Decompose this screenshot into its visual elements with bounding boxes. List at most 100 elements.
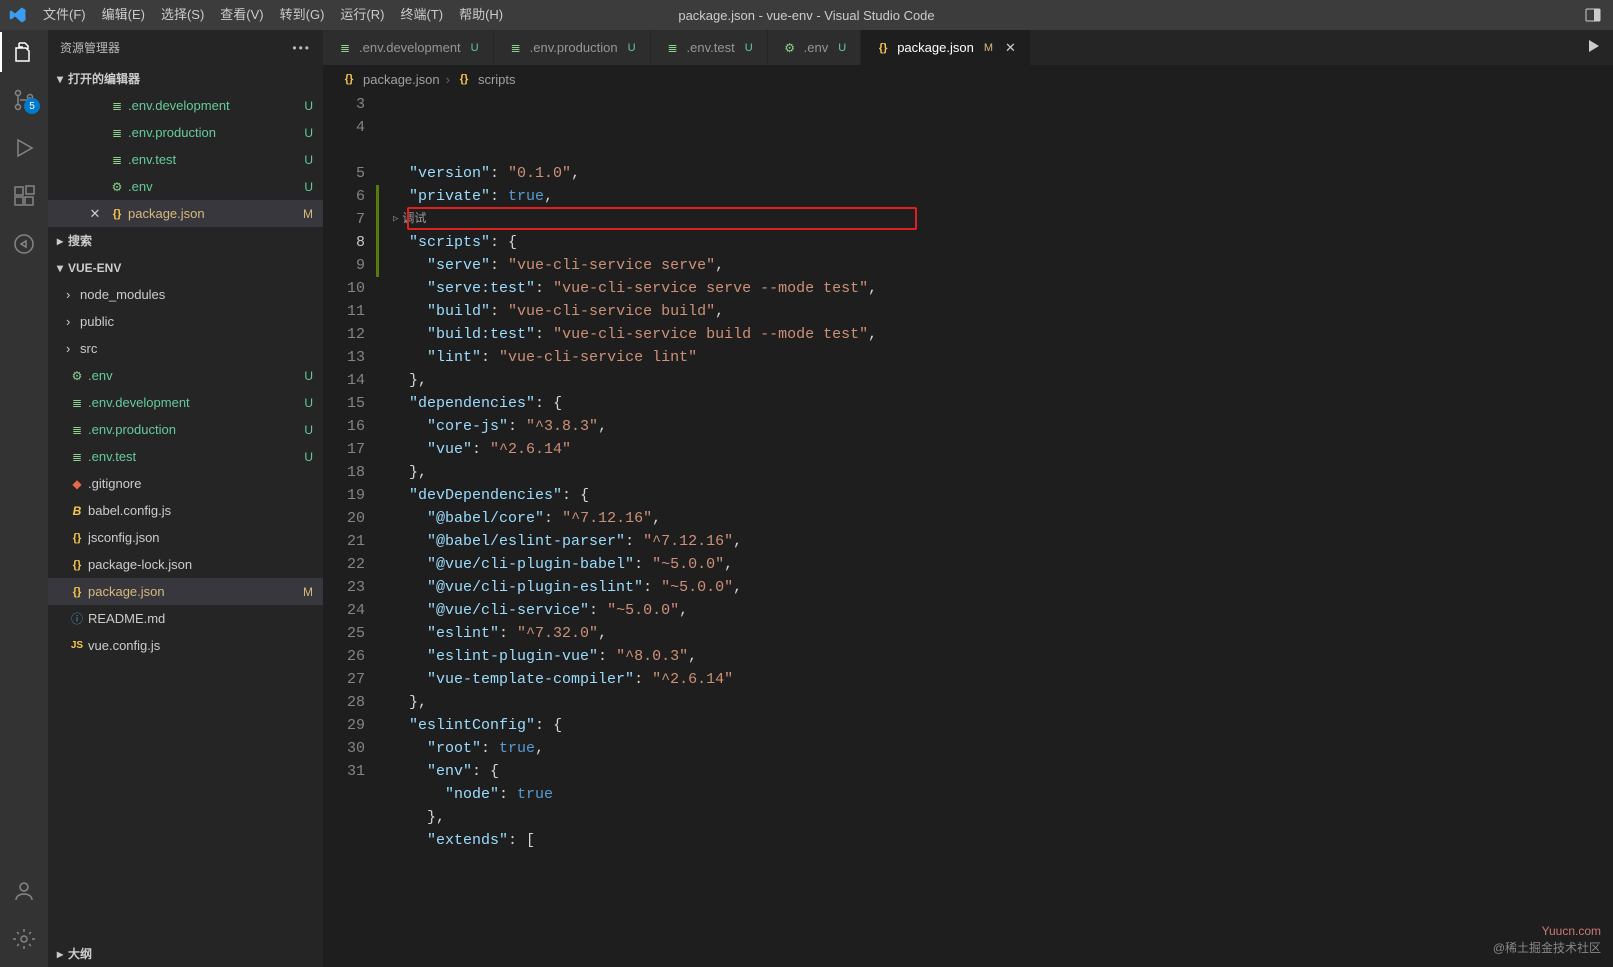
sidebar-more-icon[interactable]: •••: [292, 41, 311, 55]
open-editors-section[interactable]: ▾ 打开的编辑器: [48, 65, 323, 92]
file-item[interactable]: JSvue.config.js: [48, 632, 323, 659]
editor-tab[interactable]: ≣.env.testU: [651, 30, 768, 65]
code-line[interactable]: "@babel/eslint-parser": "^7.12.16",: [391, 530, 1613, 553]
tab-label: package.json: [897, 40, 974, 55]
editor-tab[interactable]: ⚙.envU: [768, 30, 862, 65]
open-editor-item[interactable]: ≣.env.testU: [48, 146, 323, 173]
file-label: jsconfig.json: [88, 530, 293, 545]
live-share-icon[interactable]: [12, 232, 36, 256]
menu-bar: 文件(F)编辑(E)选择(S)查看(V)转到(G)运行(R)终端(T)帮助(H): [35, 0, 511, 30]
editor-tab[interactable]: ≣.env.developmentU: [323, 30, 494, 65]
file-item[interactable]: {}package.jsonM: [48, 578, 323, 605]
code-line[interactable]: },: [391, 691, 1613, 714]
folder-item[interactable]: ›src: [48, 335, 323, 362]
folder-item[interactable]: ›public: [48, 308, 323, 335]
code-line[interactable]: "build:test": "vue-cli-service build --m…: [391, 323, 1613, 346]
open-editor-item[interactable]: ≣.env.developmentU: [48, 92, 323, 119]
chevron-down-icon: ▾: [52, 261, 68, 275]
file-item[interactable]: ≣.env.productionU: [48, 416, 323, 443]
code-line[interactable]: },: [391, 461, 1613, 484]
outline-section[interactable]: ▸ 大纲: [48, 940, 323, 967]
open-editor-item[interactable]: ⚙.envU: [48, 173, 323, 200]
code-line[interactable]: "@vue/cli-service": "~5.0.0",: [391, 599, 1613, 622]
code-line[interactable]: "dependencies": {: [391, 392, 1613, 415]
babel-icon: B: [69, 503, 85, 519]
editor-tab[interactable]: {}package.jsonM✕: [861, 30, 1031, 65]
menu-item[interactable]: 终端(T): [392, 0, 451, 30]
search-section[interactable]: ▸ 搜索: [48, 227, 323, 254]
play-icon: ▷: [393, 208, 398, 231]
code-line[interactable]: "@vue/cli-plugin-eslint": "~5.0.0",: [391, 576, 1613, 599]
close-icon[interactable]: ✕: [84, 206, 106, 222]
code-line[interactable]: },: [391, 806, 1613, 829]
settings-gear-icon[interactable]: [12, 927, 36, 951]
code-line[interactable]: "devDependencies": {: [391, 484, 1613, 507]
close-icon[interactable]: ✕: [1005, 40, 1016, 56]
open-editor-item[interactable]: ✕{}package.jsonM: [48, 200, 323, 227]
code-line[interactable]: "extends": [: [391, 829, 1613, 852]
code-line[interactable]: "serve": "vue-cli-service serve",: [391, 254, 1613, 277]
js-icon: JS: [69, 638, 85, 654]
file-item[interactable]: Bbabel.config.js: [48, 497, 323, 524]
chevron-right-icon: ›: [66, 341, 80, 356]
folder-label: src: [80, 341, 313, 356]
code-line[interactable]: "serve:test": "vue-cli-service serve --m…: [391, 277, 1613, 300]
code-line[interactable]: "version": "0.1.0",: [391, 162, 1613, 185]
json-icon: {}: [69, 530, 85, 546]
run-debug-icon[interactable]: [12, 136, 36, 160]
code-line[interactable]: "vue": "^2.6.14": [391, 438, 1613, 461]
code-line[interactable]: "@vue/cli-plugin-babel": "~5.0.0",: [391, 553, 1613, 576]
codelens-debug[interactable]: ▷调试: [391, 208, 1613, 231]
source-control-icon[interactable]: 5: [12, 88, 36, 112]
file-item[interactable]: {}jsconfig.json: [48, 524, 323, 551]
menu-item[interactable]: 编辑(E): [94, 0, 153, 30]
menu-item[interactable]: 帮助(H): [451, 0, 511, 30]
code-line[interactable]: "eslintConfig": {: [391, 714, 1613, 737]
file-item[interactable]: ≣.env.developmentU: [48, 389, 323, 416]
layout-toggle-icon[interactable]: [1581, 3, 1605, 27]
tab-label: .env.test: [687, 40, 735, 55]
code-line[interactable]: "vue-template-compiler": "^2.6.14": [391, 668, 1613, 691]
editor-tab[interactable]: ≣.env.productionU: [494, 30, 651, 65]
file-item[interactable]: ◆.gitignore: [48, 470, 323, 497]
file-label: .env.test: [128, 152, 293, 167]
vscode-logo-icon: [0, 6, 35, 24]
editor-area: ≣.env.developmentU≣.env.productionU ≣ .env…: [323, 30, 1613, 967]
git-status: U: [293, 153, 313, 167]
accounts-icon[interactable]: [12, 879, 36, 903]
code-line[interactable]: "eslint-plugin-vue": "^8.0.3",: [391, 645, 1613, 668]
file-item[interactable]: ≣.env.testU: [48, 443, 323, 470]
run-action-icon[interactable]: [1585, 38, 1601, 57]
code-line[interactable]: "node": true: [391, 783, 1613, 806]
menu-item[interactable]: 转到(G): [272, 0, 333, 30]
tab-label: .env.production: [530, 40, 618, 55]
code-line[interactable]: "eslint": "^7.32.0",: [391, 622, 1613, 645]
code-line[interactable]: "root": true,: [391, 737, 1613, 760]
file-label: .gitignore: [88, 476, 293, 491]
file-lines-icon: ≣: [665, 40, 681, 56]
file-item[interactable]: {}package-lock.json: [48, 551, 323, 578]
open-editor-item[interactable]: ≣.env.productionU: [48, 119, 323, 146]
menu-item[interactable]: 运行(R): [332, 0, 392, 30]
code-line[interactable]: "core-js": "^3.8.3",: [391, 415, 1613, 438]
code-line[interactable]: "private": true,: [391, 185, 1613, 208]
explorer-icon[interactable]: [12, 40, 36, 64]
git-status: M: [293, 207, 313, 221]
code-line[interactable]: "@babel/core": "^7.12.16",: [391, 507, 1613, 530]
code-line[interactable]: "build": "vue-cli-service build",: [391, 300, 1613, 323]
menu-item[interactable]: 选择(S): [153, 0, 212, 30]
code-line[interactable]: },: [391, 369, 1613, 392]
project-section[interactable]: ▾ VUE-ENV: [48, 254, 323, 281]
code-line[interactable]: "scripts": {: [391, 231, 1613, 254]
file-item[interactable]: ⓘREADME.md: [48, 605, 323, 632]
code-line[interactable]: "lint": "vue-cli-service lint": [391, 346, 1613, 369]
menu-item[interactable]: 查看(V): [212, 0, 271, 30]
file-item[interactable]: ⚙.envU: [48, 362, 323, 389]
extensions-icon[interactable]: [12, 184, 36, 208]
code-line[interactable]: "env": {: [391, 760, 1613, 783]
gear-icon: ⚙: [109, 179, 125, 195]
breadcrumb[interactable]: {} package.json › {} scripts: [323, 65, 1613, 93]
folder-item[interactable]: ›node_modules: [48, 281, 323, 308]
code-editor[interactable]: 34 5678910111213141516171819202122232425…: [323, 93, 1613, 967]
menu-item[interactable]: 文件(F): [35, 0, 94, 30]
